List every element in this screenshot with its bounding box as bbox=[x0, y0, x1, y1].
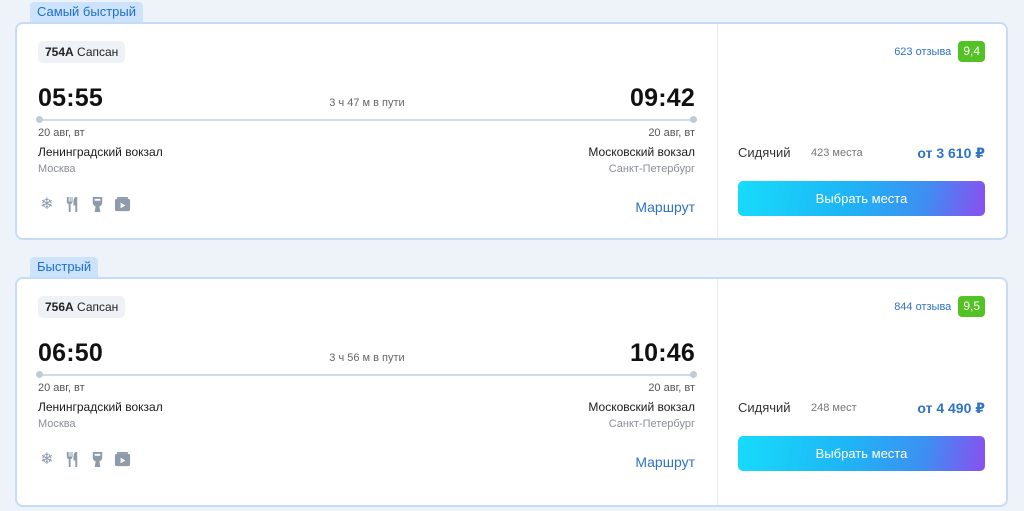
seats-available: 248 мест bbox=[811, 402, 857, 414]
rating-badge: 9,5 bbox=[958, 296, 985, 317]
arrival-city: Санкт-Петербург bbox=[608, 163, 695, 175]
arrival-dot bbox=[690, 371, 697, 378]
train-number-badge: 756А Сапсан bbox=[38, 296, 126, 318]
departure-station: Ленинградский вокзал bbox=[38, 145, 163, 159]
departure-dot bbox=[36, 371, 43, 378]
train-offer-card: 756А Сапсан 06:50 3 ч 56 м в пути 10:46 … bbox=[15, 277, 1008, 507]
reviews-count[interactable]: 844 отзыва bbox=[894, 301, 951, 313]
route-line bbox=[36, 116, 697, 123]
arrival-time: 09:42 bbox=[630, 84, 695, 112]
arrival-date: 20 авг, вт bbox=[648, 382, 695, 394]
train-offer-card: 754А Сапсан 05:55 3 ч 47 м в пути 09:42 … bbox=[15, 22, 1008, 240]
booking-panel: 623 отзыва 9,4 Сидячий 423 места от 3 61… bbox=[717, 24, 1006, 238]
trip-duration: 3 ч 56 м в пути bbox=[329, 352, 405, 364]
seats-available: 423 места bbox=[811, 147, 863, 159]
amenities: ❄ bbox=[39, 196, 131, 214]
route-link[interactable]: Маршрут bbox=[635, 454, 695, 470]
trip-details: 754А Сапсан 05:55 3 ч 47 м в пути 09:42 … bbox=[17, 24, 717, 238]
seat-type: Сидячий bbox=[738, 145, 791, 160]
toilet-icon bbox=[89, 196, 105, 214]
trip-duration: 3 ч 47 м в пути bbox=[329, 97, 405, 109]
amenities: ❄ bbox=[39, 451, 131, 469]
select-seats-button[interactable]: Выбрать места bbox=[738, 181, 985, 216]
media-icon bbox=[114, 451, 131, 469]
arrival-city: Санкт-Петербург bbox=[608, 418, 695, 430]
arrival-station: Московский вокзал bbox=[588, 400, 695, 414]
route-link[interactable]: Маршрут bbox=[635, 199, 695, 215]
price: от 4 490 ₽ bbox=[917, 400, 985, 416]
departure-date: 20 авг, вт bbox=[38, 382, 85, 394]
fork-knife-icon bbox=[64, 196, 80, 214]
reviews-count[interactable]: 623 отзыва bbox=[894, 46, 951, 58]
train-number: 756А bbox=[45, 300, 74, 314]
train-name: Сапсан bbox=[77, 300, 119, 314]
fork-knife-icon bbox=[64, 451, 80, 469]
departure-city: Москва bbox=[38, 418, 76, 430]
select-seats-button[interactable]: Выбрать места bbox=[738, 436, 985, 471]
reviews[interactable]: 623 отзыва 9,4 bbox=[894, 41, 985, 62]
rating-badge: 9,4 bbox=[958, 41, 985, 62]
arrival-dot bbox=[690, 116, 697, 123]
departure-city: Москва bbox=[38, 163, 76, 175]
offer-badge: Самый быстрый bbox=[30, 2, 143, 22]
trip-details: 756А Сапсан 06:50 3 ч 56 м в пути 10:46 … bbox=[17, 279, 717, 505]
price: от 3 610 ₽ bbox=[917, 145, 985, 161]
departure-date: 20 авг, вт bbox=[38, 127, 85, 139]
route-line bbox=[36, 371, 697, 378]
reviews[interactable]: 844 отзыва 9,5 bbox=[894, 296, 985, 317]
seat-type: Сидячий bbox=[738, 400, 791, 415]
train-name: Сапсан bbox=[77, 45, 119, 59]
departure-dot bbox=[36, 116, 43, 123]
seat-option: Сидячий 423 места от 3 610 ₽ bbox=[738, 145, 985, 163]
snowflake-icon: ❄ bbox=[40, 196, 54, 213]
offer-badge: Быстрый bbox=[30, 257, 99, 277]
booking-panel: 844 отзыва 9,5 Сидячий 248 мест от 4 490… bbox=[717, 279, 1006, 505]
seat-option: Сидячий 248 мест от 4 490 ₽ bbox=[738, 400, 985, 418]
arrival-station: Московский вокзал bbox=[588, 145, 695, 159]
arrival-time: 10:46 bbox=[630, 339, 695, 367]
toilet-icon bbox=[89, 451, 105, 469]
train-number: 754А bbox=[45, 45, 74, 59]
media-icon bbox=[114, 196, 131, 214]
snowflake-icon: ❄ bbox=[40, 451, 54, 468]
arrival-date: 20 авг, вт bbox=[648, 127, 695, 139]
train-number-badge: 754А Сапсан bbox=[38, 41, 126, 63]
departure-station: Ленинградский вокзал bbox=[38, 400, 163, 414]
